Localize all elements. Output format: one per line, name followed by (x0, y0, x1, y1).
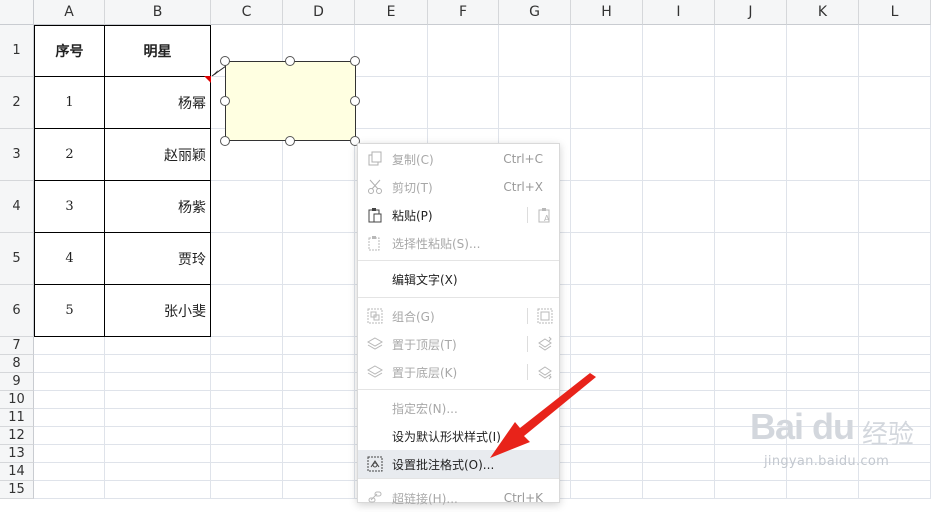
baidu-logo: Bai du (750, 406, 855, 447)
watermark-url: jingyan.baidu.com (764, 454, 890, 469)
watermark-text: 经验 (862, 420, 915, 450)
baidu-watermark: Bai du 经验 jingyan.baidu.com (750, 392, 935, 492)
